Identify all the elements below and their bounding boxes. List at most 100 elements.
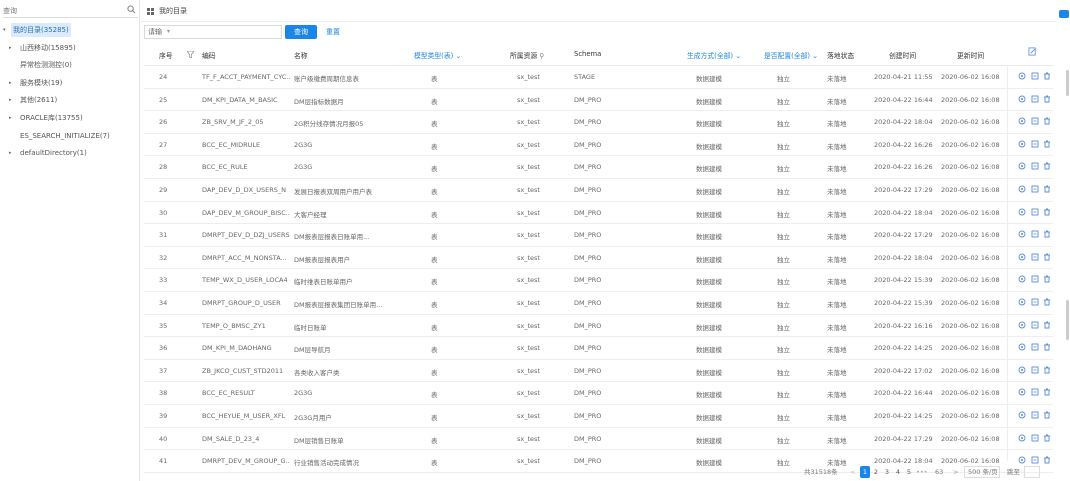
view-icon[interactable] (1018, 72, 1026, 80)
export-icon[interactable] (1028, 47, 1037, 56)
query-button[interactable]: 查询 (285, 25, 317, 39)
caret-right-icon[interactable]: ▸ (9, 146, 12, 160)
filter-icon[interactable] (187, 51, 194, 58)
delete-icon[interactable] (1043, 208, 1051, 216)
delete-icon[interactable] (1043, 95, 1051, 103)
view-icon[interactable] (1018, 298, 1026, 306)
tree-item[interactable]: ▸ defaultDirectory(1) (0, 146, 140, 160)
table-row[interactable]: 39 BCC_HEYUE_M_USER_XFL 2G3G月用户 表 sx_test DM_… (144, 405, 1053, 428)
edit-icon[interactable] (1031, 275, 1039, 283)
caret-down-icon[interactable]: ▾ (3, 23, 6, 37)
caret-right-icon[interactable]: ▸ (9, 76, 12, 90)
view-icon[interactable] (1018, 140, 1026, 148)
sidebar-search-input[interactable] (3, 4, 123, 17)
view-icon[interactable] (1018, 434, 1026, 442)
table-row[interactable]: 40 DM_SALE_D_23_4 DM层销售日账单 表 sx_test DM_PRO 数据… (144, 427, 1053, 451)
edit-icon[interactable] (1031, 208, 1039, 216)
view-icon[interactable] (1018, 253, 1026, 261)
view-icon[interactable] (1018, 230, 1026, 238)
jump-input[interactable] (1024, 466, 1040, 478)
tree-item[interactable]: ▸ ORACLE库(13755) (0, 111, 140, 125)
delete-icon[interactable] (1043, 230, 1051, 238)
next-page-button[interactable]: > (953, 466, 958, 478)
delete-icon[interactable] (1043, 343, 1051, 351)
tree-item[interactable]: ▸ 山西移动(15895) (0, 41, 140, 55)
view-icon[interactable] (1018, 95, 1026, 103)
view-icon[interactable] (1018, 162, 1026, 170)
edit-icon[interactable] (1031, 298, 1039, 306)
view-icon[interactable] (1018, 275, 1026, 283)
caret-right-icon[interactable]: ▸ (9, 93, 12, 107)
corner-badge[interactable] (1059, 10, 1069, 18)
col-gen[interactable]: 生成方式(全部) ⌄ (687, 50, 741, 60)
delete-icon[interactable] (1043, 185, 1051, 193)
table-row[interactable]: 24 TF_F_ACCT_PAYMENT_CYC... 账户级缴费周期信息表 表 sx_… (144, 66, 1053, 89)
view-icon[interactable] (1018, 366, 1026, 374)
delete-icon[interactable] (1043, 140, 1051, 148)
caret-right-icon[interactable]: ▸ (9, 41, 12, 55)
table-row[interactable]: 32 DMRPT_ACC_M_NONSTA... DM报表层报表用户 表 sx_test… (144, 246, 1053, 270)
table-row[interactable]: 31 DMRPT_DEV_D_DZJ_USERS DM报表层报表日账单用... 表 sx… (144, 224, 1053, 247)
delete-icon[interactable] (1043, 72, 1051, 80)
view-icon[interactable] (1018, 411, 1026, 419)
table-row[interactable]: 26 ZB_SRV_M_JF_2_05 2G积分线存情况月报05 表 sx_test DM… (144, 111, 1053, 134)
edit-icon[interactable] (1031, 388, 1039, 396)
edit-icon[interactable] (1031, 456, 1039, 464)
col-type[interactable]: 模型类型(表) ⌄ (414, 50, 461, 60)
table-row[interactable]: 37 ZB_JKCO_CUST_STD2011 各类收入客户类 表 sx_test DM_… (144, 360, 1053, 383)
edit-icon[interactable] (1031, 434, 1039, 442)
delete-icon[interactable] (1043, 366, 1051, 374)
page-size-select[interactable]: 500 条/页⌄ (964, 466, 1000, 481)
table-row[interactable]: 34 DMRPT_GROUP_D_USER DM报表层报表集团日账单用... 表 sx_… (144, 291, 1053, 315)
tree-item[interactable]: ES_SEARCH_INITIALIZE(7) (0, 129, 140, 143)
reset-button[interactable]: 重置 (326, 27, 340, 37)
tree-item[interactable]: ▸ 其他(2611) (0, 93, 140, 107)
tree-item[interactable]: ▾ 我的目录(35285) (0, 23, 140, 37)
prev-page-button[interactable]: < (850, 466, 855, 478)
filter-select[interactable]: 请输 ▾ (144, 25, 282, 39)
delete-icon[interactable] (1043, 321, 1051, 329)
page-4[interactable]: 4 (893, 466, 903, 478)
page-ellipsis[interactable]: ••• (916, 466, 928, 478)
view-icon[interactable] (1018, 456, 1026, 464)
edit-icon[interactable] (1031, 230, 1039, 238)
delete-icon[interactable] (1043, 253, 1051, 261)
delete-icon[interactable] (1043, 411, 1051, 419)
edit-icon[interactable] (1031, 185, 1039, 193)
col-config[interactable]: 是否配置(全部) ⌄ (764, 50, 818, 60)
view-icon[interactable] (1018, 321, 1026, 329)
delete-icon[interactable] (1043, 275, 1051, 283)
page-1[interactable]: 1 (860, 466, 870, 478)
view-icon[interactable] (1018, 388, 1026, 396)
edit-icon[interactable] (1031, 411, 1039, 419)
edit-icon[interactable] (1031, 343, 1039, 351)
table-row[interactable]: 27 BCC_EC_MIDRULE 2G3G 表 sx_test DM_PRO 数据建模 独立… (144, 134, 1053, 157)
edit-icon[interactable] (1031, 253, 1039, 261)
delete-icon[interactable] (1043, 456, 1051, 464)
edit-icon[interactable] (1031, 162, 1039, 170)
caret-right-icon[interactable]: ▸ (9, 111, 12, 125)
tree-item[interactable]: ▸ 服务模块(19) (0, 76, 140, 90)
table-row[interactable]: 38 BCC_EC_RESULT 2G3G 表 sx_test DM_PRO 数据建模 独立 未… (144, 382, 1053, 405)
view-icon[interactable] (1018, 208, 1026, 216)
table-row[interactable]: 30 DAP_DEV_M_GROUP_BISC... 大客户经理 表 sx_test DM… (144, 201, 1053, 225)
table-row[interactable]: 29 DAP_DEV_D_DX_USERS_N 发展日报表双周用户用户表 表 sx_te… (144, 179, 1053, 202)
scrollbar-thumb-lower[interactable] (1066, 300, 1069, 340)
delete-icon[interactable] (1043, 117, 1051, 125)
edit-icon[interactable] (1031, 321, 1039, 329)
delete-icon[interactable] (1043, 434, 1051, 442)
edit-icon[interactable] (1031, 140, 1039, 148)
edit-icon[interactable] (1031, 95, 1039, 103)
table-row[interactable]: 35 TEMP_O_BMSC_ZY1 临时日账单 表 sx_test DM_PRO 数据建模… (144, 315, 1053, 338)
delete-icon[interactable] (1043, 162, 1051, 170)
col-source[interactable]: 所属资源 ⚲ (510, 50, 544, 60)
tree-item[interactable]: 异常检测测控(0) (0, 58, 140, 72)
search-icon[interactable] (127, 5, 136, 14)
page-3[interactable]: 3 (882, 466, 892, 478)
page-5[interactable]: 5 (904, 466, 914, 478)
delete-icon[interactable] (1043, 298, 1051, 306)
table-row[interactable]: 36 DM_KPI_M_DAOHANG DM层导航月 表 sx_test DM_PRO 数据… (144, 337, 1053, 360)
view-icon[interactable] (1018, 185, 1026, 193)
edit-icon[interactable] (1031, 72, 1039, 80)
table-row[interactable]: 25 DM_KPI_DATA_M_BASIC DM层指标数据月 表 sx_test DM_… (144, 89, 1053, 112)
